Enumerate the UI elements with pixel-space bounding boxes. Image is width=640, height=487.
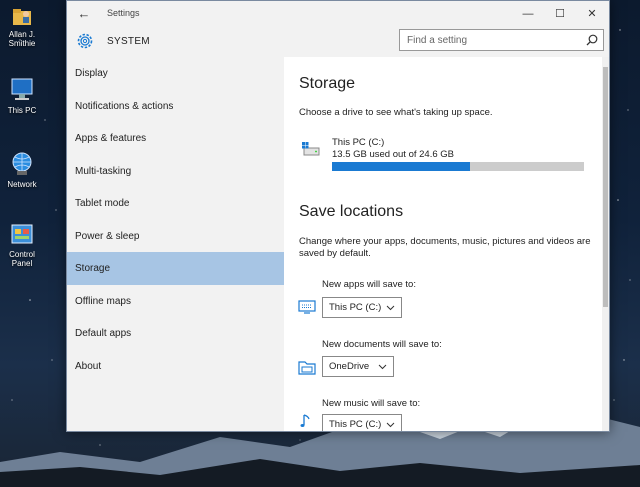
new-apps-select-value: This PC (C:) [329, 302, 382, 313]
new-documents-select-value: OneDrive [329, 361, 370, 372]
search-icon[interactable] [586, 34, 598, 46]
desktop-icon-label: Allan J. [8, 30, 36, 39]
sidebar-item-notifications[interactable]: Notifications & actions [67, 90, 284, 123]
user-folder-icon [13, 9, 31, 25]
desktop-icon-label: Smithie [8, 39, 36, 48]
sidebar-item-default-apps[interactable]: Default apps [67, 317, 284, 350]
desktop-icon-control-panel[interactable]: Control Panel [0, 222, 44, 268]
desktop-icon-user-folder[interactable]: Allan J. Smithie [0, 6, 44, 48]
computer-icon [11, 78, 33, 100]
new-music-select-value: This PC (C:) [329, 419, 382, 430]
new-apps-select[interactable]: This PC (C:) [322, 297, 402, 318]
desktop-icon-network[interactable]: Network [0, 150, 44, 189]
drive-name: This PC (C:) [332, 137, 385, 148]
section-title: SYSTEM [107, 36, 150, 47]
save-locations-heading: Save locations [299, 203, 404, 220]
control-panel-icon [11, 224, 33, 244]
drive-icon [302, 142, 320, 156]
back-button[interactable]: ← [75, 5, 93, 23]
storage-content: Storage Choose a drive to see what's tak… [284, 57, 602, 431]
sidebar-item-storage[interactable]: Storage [67, 252, 284, 285]
back-arrow-icon: ← [77, 6, 91, 21]
new-documents-select[interactable]: OneDrive [322, 356, 394, 377]
window-title: Settings [107, 8, 140, 18]
search-input[interactable] [400, 30, 580, 50]
chevron-down-icon [378, 364, 387, 370]
drive-usage-text: 13.5 GB used out of 24.6 GB [332, 149, 454, 160]
new-music-label: New music will save to: [322, 398, 421, 409]
minimize-button[interactable]: — [515, 4, 541, 24]
new-music-select[interactable]: This PC (C:) [322, 414, 402, 431]
new-documents-label: New documents will save to: [322, 339, 442, 350]
sidebar-item-power-sleep[interactable]: Power & sleep [67, 220, 284, 253]
close-button[interactable]: ✕ [579, 4, 605, 24]
search-box[interactable] [399, 29, 604, 51]
chevron-down-icon [386, 422, 395, 428]
network-globe-icon [12, 152, 32, 175]
monitor-icon [298, 300, 316, 314]
drive-usage-bar [332, 162, 584, 171]
sidebar-nav: Display Notifications & actions Apps & f… [67, 57, 284, 431]
title-bar[interactable]: ← Settings — ☐ ✕ [67, 1, 609, 27]
desktop-icon-this-pc[interactable]: This PC [0, 76, 44, 115]
settings-window: ← Settings — ☐ ✕ SYSTEM Display Notifica… [66, 0, 610, 432]
new-apps-label: New apps will save to: [322, 279, 416, 290]
sidebar-item-apps-features[interactable]: Apps & features [67, 122, 284, 155]
sidebar-item-about[interactable]: About [67, 350, 284, 383]
maximize-button[interactable]: ☐ [547, 4, 573, 24]
music-note-icon [300, 414, 310, 427]
desktop-icon-label: Network [7, 180, 37, 189]
drive-usage-fill [332, 162, 471, 171]
sidebar-item-display[interactable]: Display [67, 57, 284, 90]
gear-icon [77, 33, 93, 49]
content-scrollbar[interactable] [602, 57, 609, 431]
chevron-down-icon [386, 305, 395, 311]
sidebar-item-multitasking[interactable]: Multi-tasking [67, 155, 284, 188]
storage-description: Choose a drive to see what's taking up s… [299, 107, 493, 118]
sidebar-item-offline-maps[interactable]: Offline maps [67, 285, 284, 318]
storage-heading: Storage [299, 75, 356, 92]
settings-header: SYSTEM [67, 27, 609, 57]
sidebar-item-tablet-mode[interactable]: Tablet mode [67, 187, 284, 220]
scrollbar-thumb[interactable] [603, 67, 608, 307]
desktop-icon-label: This PC [7, 106, 37, 115]
desktop-icon-label: Control [9, 250, 35, 259]
save-locations-description: Change where your apps, documents, music… [299, 236, 591, 259]
document-folder-icon [298, 361, 316, 375]
desktop-icon-label: Panel [11, 259, 33, 268]
